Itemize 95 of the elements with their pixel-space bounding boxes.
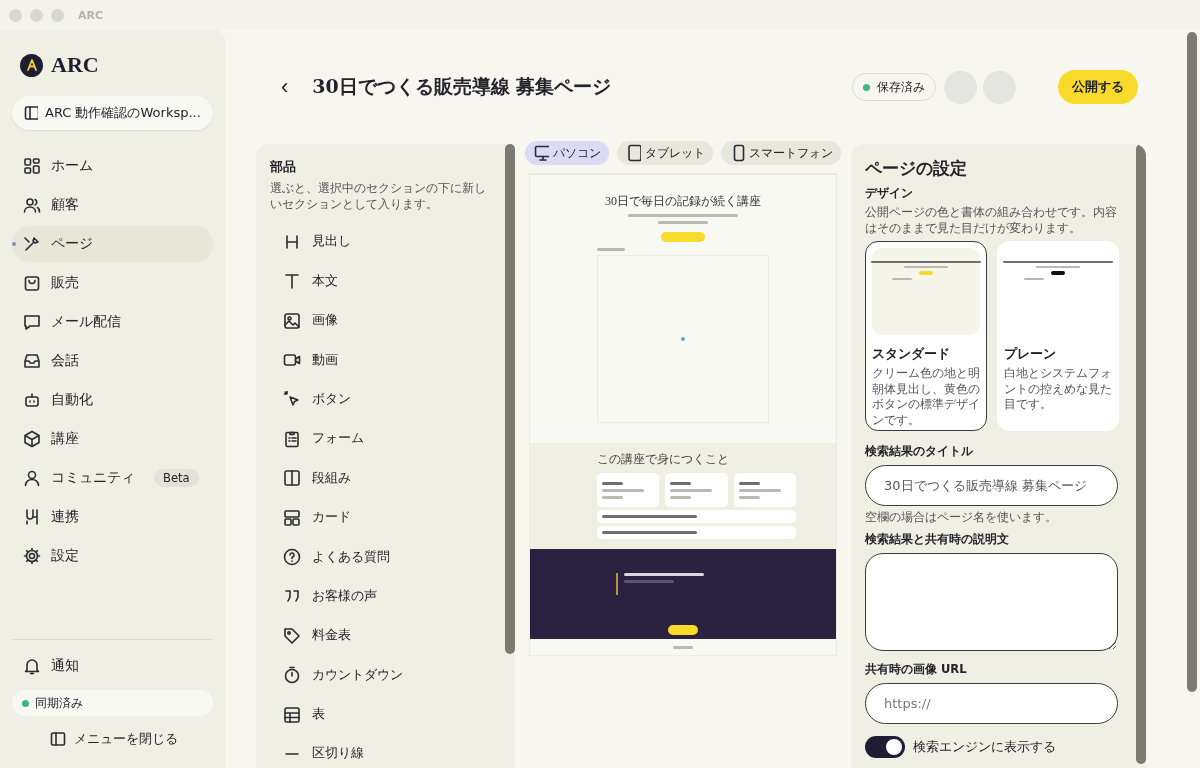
url-input[interactable]: https://	[865, 682, 1118, 724]
bag-icon	[22, 273, 42, 293]
help-text: 空欄の場合はページ名を使います。	[865, 510, 1058, 526]
inbox-icon	[22, 351, 42, 371]
tablet-icon	[625, 143, 641, 163]
sidebar-panel-icon	[22, 103, 38, 123]
nav-item[interactable]: 販売	[12, 265, 213, 301]
text-line-drawing	[658, 221, 708, 224]
window-control[interactable]	[51, 8, 64, 22]
nav-item[interactable]: 顧客	[12, 187, 213, 223]
scrollbar[interactable]	[505, 144, 515, 654]
workspace-button[interactable]: ARC 動作確認のWorksp...	[12, 96, 213, 130]
publish-button[interactable]: 公開する	[1058, 70, 1138, 104]
part-item[interactable]: カウントダウン	[270, 655, 495, 695]
part-item[interactable]: 料金表	[270, 616, 495, 656]
design-name: スタンダード	[872, 345, 951, 364]
person-icon	[22, 468, 42, 488]
preview-heading: この講座で身につくこと	[597, 451, 730, 468]
nav-item[interactable]: 会話	[12, 343, 213, 379]
nav-item[interactable]: 講座	[12, 421, 213, 457]
gear-icon	[22, 546, 42, 566]
field-label: 検索結果と共有時の説明文	[865, 531, 1010, 547]
part-item[interactable]: フォーム	[270, 419, 495, 459]
columns-icon	[282, 468, 302, 489]
toggle-switch[interactable]	[865, 735, 905, 758]
part-item[interactable]: ボタン	[270, 379, 495, 420]
part-item[interactable]: 段組み	[270, 458, 495, 498]
device-tab[interactable]: パソコン	[525, 141, 609, 165]
panel-heading: 部品	[270, 158, 297, 176]
table-icon	[282, 704, 302, 725]
part-item[interactable]: カード	[270, 497, 495, 538]
preview-card	[665, 473, 728, 507]
timer-icon	[282, 665, 302, 686]
scrollbar[interactable]	[1136, 144, 1146, 764]
nav-item[interactable]: 設定	[12, 538, 213, 574]
beta-badge: Beta	[154, 469, 199, 487]
chat-icon	[22, 312, 42, 332]
page-title: 30日でつくる販売導線 募集ページ	[312, 74, 612, 99]
part-item[interactable]: 本文	[270, 261, 495, 301]
nav-item[interactable]: 連携	[12, 499, 213, 535]
design-description: クリーム色の地と明朝体見出し、黄色のボタンの標準デザインです。	[872, 366, 980, 429]
back-button[interactable]: ‹	[273, 74, 297, 100]
nav-item[interactable]: メール配信	[12, 304, 213, 340]
bell-icon	[22, 656, 42, 676]
window-control[interactable]	[30, 8, 43, 22]
grid-icon	[22, 156, 42, 176]
part-item[interactable]: 区切り線	[270, 734, 495, 768]
field-label: 検索結果のタイトル	[865, 444, 974, 460]
field-label: 共有時の画像 URL	[865, 661, 968, 677]
tools-icon	[22, 234, 42, 254]
nav-item[interactable]: 自動化	[12, 382, 213, 418]
image-icon	[282, 310, 302, 331]
design-card[interactable]: プレーン 白地とシステムフォントの控えめな見た目です。	[997, 241, 1119, 432]
collapse-menu-button[interactable]: メニューを閉じる	[12, 722, 213, 756]
text-icon	[282, 271, 302, 292]
text-line-drawing	[597, 248, 625, 251]
monitor-icon	[533, 143, 549, 163]
field-label: デザイン	[865, 186, 914, 201]
part-item[interactable]: 見出し	[270, 222, 495, 262]
part-item[interactable]: お客様の声	[270, 576, 495, 617]
preview-card	[733, 473, 796, 507]
help-text: 公開ページの色と書体の組み合わせです。内容はそのままで見た目だけが変わります。	[865, 205, 1118, 237]
scrollbar[interactable]	[1187, 32, 1197, 692]
preview-card	[597, 473, 660, 507]
question-icon	[282, 547, 302, 567]
design-name: プレーン	[1004, 345, 1057, 364]
nav-item[interactable]: コミュニティ Beta	[12, 460, 213, 496]
people-icon	[22, 195, 42, 215]
description-textarea[interactable]	[865, 552, 1118, 651]
logo-icon	[20, 53, 43, 77]
device-tab[interactable]: スマートフォン	[721, 141, 841, 165]
title-input[interactable]: 30日でつくる販売導線 募集ページ	[865, 465, 1118, 507]
panel-heading: ページの設定	[865, 158, 968, 180]
notifications-item[interactable]: 通知	[12, 648, 213, 684]
nav-item[interactable]: ページ	[12, 226, 213, 262]
nav-item[interactable]: ホーム	[12, 148, 213, 184]
part-item[interactable]: 画像	[270, 300, 495, 341]
robot-icon	[22, 390, 42, 410]
design-card[interactable]: スタンダード クリーム色の地と明朝体見出し、黄色のボタンの標準デザインです。	[865, 241, 987, 432]
window-title: ARC	[78, 8, 104, 22]
design-description: 白地とシステムフォントの控えめな見た目です。	[1004, 366, 1112, 413]
logo-text: ARC	[51, 52, 99, 78]
sync-status: 同期済み	[12, 690, 213, 716]
cube-icon	[22, 429, 42, 449]
part-item[interactable]: 動画	[270, 340, 495, 380]
device-tab[interactable]: タブレット	[617, 141, 713, 165]
toggle-label: 検索エンジンに表示する	[913, 737, 1056, 756]
tag-icon	[282, 625, 302, 646]
preview-heading: 30日で毎日の記録が続く講座	[605, 193, 761, 210]
part-item[interactable]: 表	[270, 694, 495, 735]
panel-description: 選ぶと、選択中のセクションの下に新しいセクションとして入ります。	[270, 180, 487, 213]
minus-icon	[285, 751, 299, 756]
layout-icon	[282, 507, 302, 528]
part-item[interactable]: よくある質問	[270, 537, 495, 577]
window-control[interactable]	[9, 8, 22, 22]
